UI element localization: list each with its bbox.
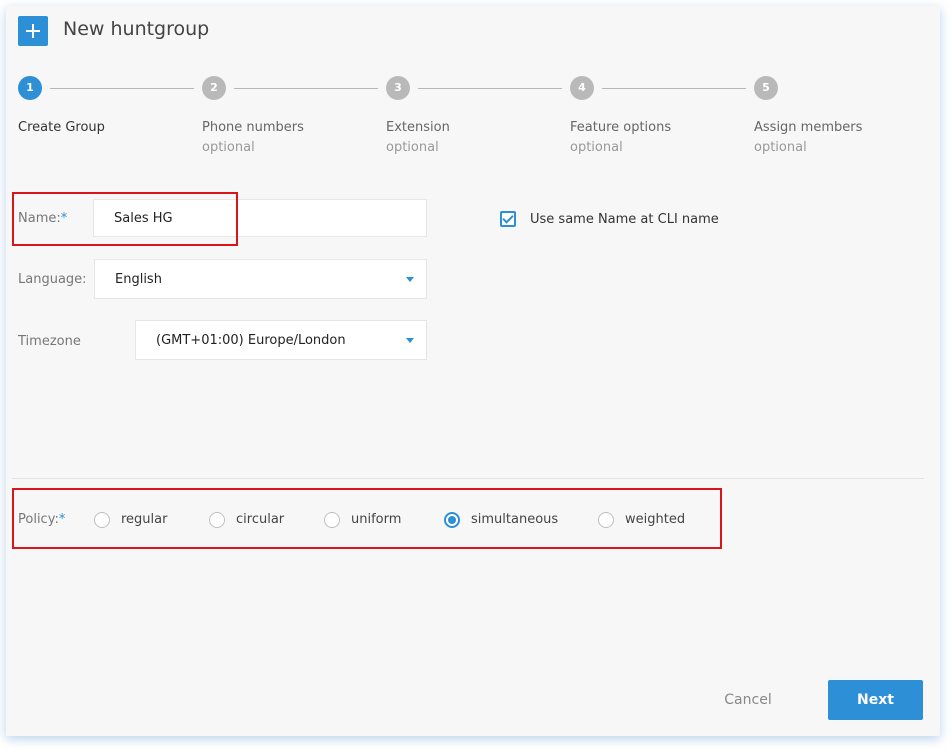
step-5-circle: 5: [754, 76, 778, 100]
step-3-circle: 3: [386, 76, 410, 100]
language-label: Language:: [18, 272, 87, 287]
policy-highlight-box: [12, 488, 722, 549]
step-connector: [418, 88, 562, 89]
step-connector: [50, 88, 194, 89]
timezone-select[interactable]: (GMT+01:00) Europe/London: [135, 320, 427, 360]
step-2-subtitle: optional: [202, 140, 255, 155]
dialog-title: New huntgroup: [63, 18, 210, 40]
step-4-title: Feature options: [570, 120, 672, 135]
step-2-title: Phone numbers: [202, 120, 304, 135]
timezone-label: Timezone: [18, 334, 81, 349]
step-1-title: Create Group: [18, 120, 105, 135]
step-connector: [234, 88, 378, 89]
step-5-subtitle: optional: [754, 140, 807, 155]
cli-name-checkbox[interactable]: [500, 211, 516, 227]
step-3-subtitle: optional: [386, 140, 439, 155]
plus-icon: [18, 16, 48, 46]
chevron-down-icon: [406, 277, 414, 282]
step-1-circle: 1: [18, 76, 42, 100]
step-5-title: Assign members: [754, 120, 863, 135]
cancel-button[interactable]: Cancel: [706, 688, 790, 712]
language-select[interactable]: English: [94, 259, 427, 299]
step-3-title: Extension: [386, 120, 450, 135]
step-4-subtitle: optional: [570, 140, 623, 155]
next-button[interactable]: Next: [828, 680, 923, 720]
language-select-value: English: [115, 272, 162, 287]
name-highlight-box: [12, 192, 238, 246]
step-connector: [602, 88, 746, 89]
cli-name-checkbox-label: Use same Name at CLI name: [530, 212, 719, 227]
step-4-circle: 4: [570, 76, 594, 100]
new-huntgroup-dialog: New huntgroup 1 2 3 4 5 Create Group Pho…: [6, 6, 940, 736]
section-divider: [12, 478, 924, 479]
chevron-down-icon: [406, 338, 414, 343]
timezone-select-value: (GMT+01:00) Europe/London: [156, 333, 346, 348]
step-2-circle: 2: [202, 76, 226, 100]
